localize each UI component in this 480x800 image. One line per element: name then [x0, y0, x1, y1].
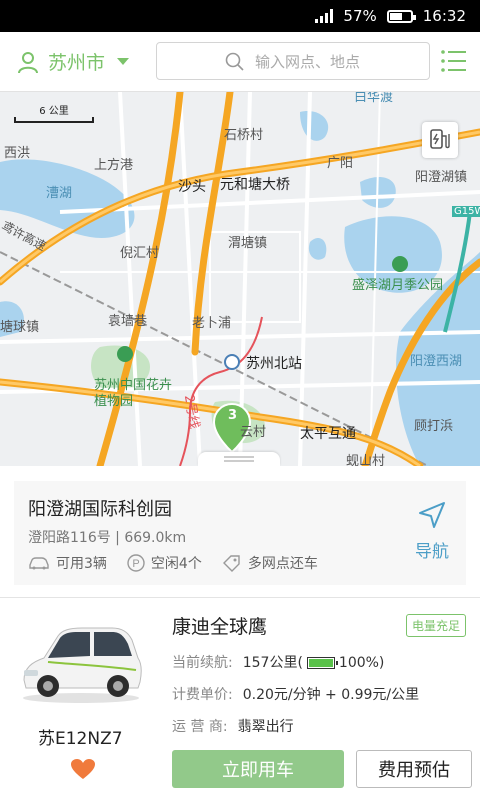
map-label: 塘球镇: [0, 320, 40, 335]
station-pin-count[interactable]: 3: [228, 408, 237, 423]
car-image: [23, 627, 142, 703]
map-label: 沙头: [178, 179, 206, 195]
drawer-handle[interactable]: [198, 452, 280, 466]
svg-text:P: P: [132, 558, 139, 570]
map-label: 西洪: [4, 146, 31, 161]
car-icon: [29, 557, 49, 570]
heart-icon[interactable]: [70, 758, 96, 780]
search-icon: [225, 52, 244, 71]
list-menu-icon[interactable]: [440, 46, 468, 76]
parking-icon: P: [127, 554, 145, 572]
search-placeholder: 输入网点、地点: [255, 52, 361, 71]
city-name: 苏州市: [48, 52, 106, 74]
car-model: 康迪全球鹰: [172, 616, 268, 638]
navigation-arrow-icon: [419, 502, 445, 528]
map-label: 太平互通: [300, 426, 356, 442]
station-card[interactable]: 阳澄湖国际科创园 澄阳路116号 | 669.0km 可用3辆 P 空闲4个 多…: [14, 481, 466, 585]
battery-value: 100%): [338, 655, 385, 671]
available-cars: 可用3辆: [28, 553, 107, 573]
clock: 16:32: [422, 7, 466, 25]
rent-now-button[interactable]: 立即用车: [172, 750, 344, 788]
battery-status-badge: 电量充足: [405, 614, 466, 637]
battery-level-icon: [306, 657, 338, 669]
range-row: 当前续航: 157公里(100%): [172, 655, 385, 671]
multi-return: 多网点还车: [222, 553, 318, 573]
station-name: 阳澄湖国际科创园: [28, 499, 172, 520]
station-features: 可用3辆 P 空闲4个 多网点还车: [28, 553, 318, 573]
station-address: 澄阳路116号 | 669.0km: [28, 530, 187, 546]
car-panel: 苏E12NZ7 康迪全球鹰 电量充足 当前续航: 157公里(100%) 计费单…: [0, 598, 480, 800]
map-label: 白华渡: [354, 92, 394, 105]
top-bar: 苏州市 输入网点、地点: [0, 32, 480, 92]
navigate-button[interactable]: 导航: [412, 501, 452, 562]
map-label: 广阳: [327, 156, 354, 171]
map-label: 元和塘大桥: [220, 177, 290, 193]
operator-row: 运 营 商: 翡翠出行: [172, 716, 294, 736]
price-row: 计费单价: 0.20元/分钟 + 0.99元/公里: [172, 684, 419, 704]
battery-icon: [386, 9, 416, 23]
map-label: 阳澄湖镇: [415, 170, 468, 185]
search-input[interactable]: 输入网点、地点: [156, 42, 430, 80]
free-parking: P 空闲4个: [127, 553, 202, 573]
map-label: 石桥村: [224, 128, 264, 143]
charging-pile-icon: [430, 129, 450, 149]
map-label: 上方港: [94, 158, 134, 173]
map-label: 蚬山村: [346, 454, 386, 466]
battery-percent: 57%: [343, 7, 377, 25]
charging-station-toggle[interactable]: [422, 122, 458, 158]
status-bar: 57% 16:32: [0, 0, 480, 32]
license-plate: 苏E12NZ7: [38, 729, 123, 749]
cost-estimate-button[interactable]: 费用预估: [356, 750, 472, 788]
signal-icon: [315, 9, 334, 23]
map-label: 老卜浦: [192, 316, 232, 331]
map-label: 苏州北站: [246, 356, 302, 372]
tag-icon: [222, 555, 240, 572]
map-label: 漕湖: [46, 186, 73, 201]
map-label: 袁墙巷: [108, 314, 148, 329]
map-view[interactable]: 6 公里 白华渡 石桥村 西洪 上方港 漕湖 沙头 元和塘大桥 阳澄湖镇 广阳 …: [0, 92, 480, 466]
price-value: 0.20元/分钟 + 0.99元/公里: [242, 687, 420, 703]
map-scale: 6 公里: [14, 102, 94, 123]
map-label: 盛泽湖月季公园: [352, 278, 444, 293]
highway-shield: G15W: [452, 206, 480, 217]
user-icon: [18, 51, 38, 73]
map-label: 倪汇村: [120, 246, 160, 261]
chevron-down-icon: [117, 58, 130, 65]
operator-value: 翡翠出行: [237, 719, 294, 735]
range-value: 157公里(: [242, 655, 303, 671]
map-label: 顾打浜: [414, 419, 454, 434]
map-label: 渭塘镇: [228, 236, 268, 251]
map-label: 苏州中国花卉植物园: [94, 378, 173, 409]
map-label: 阳澄西湖: [410, 354, 463, 369]
map-label: 云村: [240, 425, 267, 440]
city-selector[interactable]: 苏州市: [16, 48, 152, 75]
